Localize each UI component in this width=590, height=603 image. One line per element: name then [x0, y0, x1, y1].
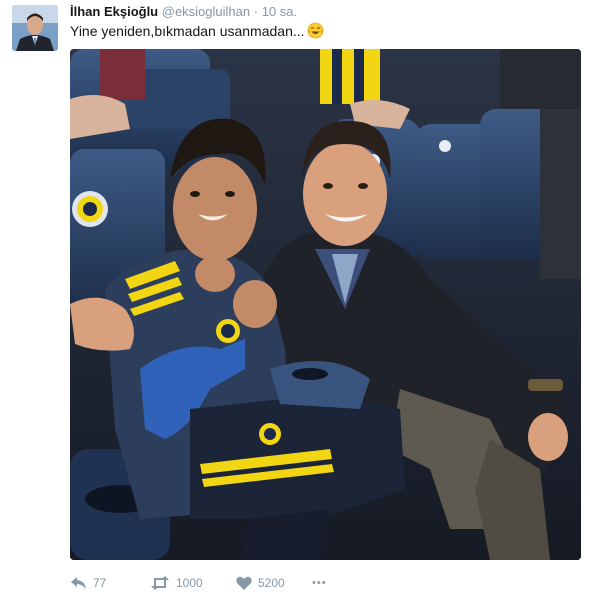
more-button[interactable]: ••• [312, 577, 342, 589]
reply-icon [70, 576, 87, 590]
photo-icon [70, 49, 581, 560]
retweet-count: 1000 [176, 576, 203, 590]
retweet-button[interactable]: 1000 [150, 576, 236, 590]
tweet-text-content: Yine yeniden,bıkmadan usanmadan... [70, 23, 305, 39]
tweet-header: İlhan Ekşioğlu @eksiogluilhan · 10 sa. [70, 4, 297, 20]
avatar-image [12, 5, 58, 51]
tweet-photo[interactable] [70, 49, 581, 560]
heart-icon [236, 576, 252, 590]
author-handle[interactable]: @eksiogluilhan [162, 4, 250, 19]
face-with-tears-of-joy-icon [307, 22, 324, 43]
timestamp[interactable]: 10 sa. [262, 4, 297, 19]
author-name[interactable]: İlhan Ekşioğlu [70, 4, 158, 19]
like-count: 5200 [258, 576, 285, 590]
avatar[interactable] [12, 5, 58, 51]
tweet-actions: 77 1000 5200 ••• [70, 573, 342, 593]
reply-button[interactable]: 77 [70, 576, 150, 590]
more-icon: ••• [312, 577, 327, 589]
separator-dot: · [253, 4, 259, 19]
like-button[interactable]: 5200 [236, 576, 312, 590]
retweet-icon [150, 576, 170, 590]
tweet-text: Yine yeniden,bıkmadan usanmadan... [70, 22, 324, 43]
reply-count: 77 [93, 576, 107, 590]
